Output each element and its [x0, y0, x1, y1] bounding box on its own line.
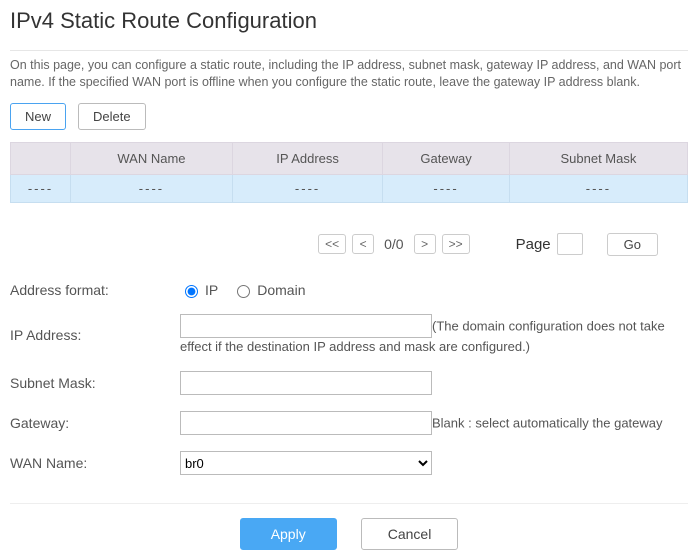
ip-address-label: IP Address: [10, 327, 180, 343]
pager-next-button[interactable]: > [414, 234, 436, 254]
cell-empty: ---- [509, 174, 687, 202]
address-format-ip-text: IP [205, 282, 218, 298]
page-description: On this page, you can configure a static… [10, 57, 688, 91]
pager-page-input[interactable] [557, 233, 583, 255]
cell-empty: ---- [71, 174, 233, 202]
pager-status: 0/0 [384, 236, 403, 252]
address-format-ip-radio[interactable] [185, 285, 198, 298]
pager-page-label: Page [516, 236, 551, 253]
gateway-input[interactable] [180, 411, 432, 435]
route-form: Address format: IP Domain IP Address: (T… [10, 282, 688, 476]
address-format-domain-radio[interactable] [237, 285, 250, 298]
cell-empty: ---- [383, 174, 510, 202]
cell-empty: ---- [11, 174, 71, 202]
routes-table: WAN Name IP Address Gateway Subnet Mask … [10, 142, 688, 203]
address-format-label: Address format: [10, 282, 180, 298]
pager-prev-button[interactable]: < [352, 234, 374, 254]
toolbar: New Delete [10, 103, 688, 130]
pager-first-button[interactable]: << [318, 234, 346, 254]
page-title: IPv4 Static Route Configuration [10, 8, 688, 42]
subnet-mask-input[interactable] [180, 371, 432, 395]
address-format-domain-text: Domain [257, 282, 305, 298]
subnet-mask-label: Subnet Mask: [10, 375, 180, 391]
pager-go-button[interactable]: Go [607, 233, 658, 256]
cancel-button[interactable]: Cancel [361, 518, 459, 550]
divider [10, 50, 688, 51]
cell-empty: ---- [232, 174, 382, 202]
apply-button[interactable]: Apply [240, 518, 337, 550]
table-row[interactable]: ---- ---- ---- ---- ---- [11, 174, 688, 202]
col-subnet-mask: Subnet Mask [509, 142, 687, 174]
pager-last-button[interactable]: >> [442, 234, 470, 254]
new-button[interactable]: New [10, 103, 66, 130]
col-gateway: Gateway [383, 142, 510, 174]
table-header-row: WAN Name IP Address Gateway Subnet Mask [11, 142, 688, 174]
pager: << < 0/0 > >> Page Go [10, 233, 688, 256]
delete-button[interactable]: Delete [78, 103, 146, 130]
col-ip-address: IP Address [232, 142, 382, 174]
wan-name-label: WAN Name: [10, 455, 180, 471]
gateway-label: Gateway: [10, 415, 180, 431]
wan-name-select[interactable]: br0 [180, 451, 432, 475]
form-actions: Apply Cancel [10, 503, 688, 550]
col-wan-name: WAN Name [71, 142, 233, 174]
col-select [11, 142, 71, 174]
gateway-hint: Blank : select automatically the gateway [432, 416, 663, 431]
ip-address-input[interactable] [180, 314, 432, 338]
